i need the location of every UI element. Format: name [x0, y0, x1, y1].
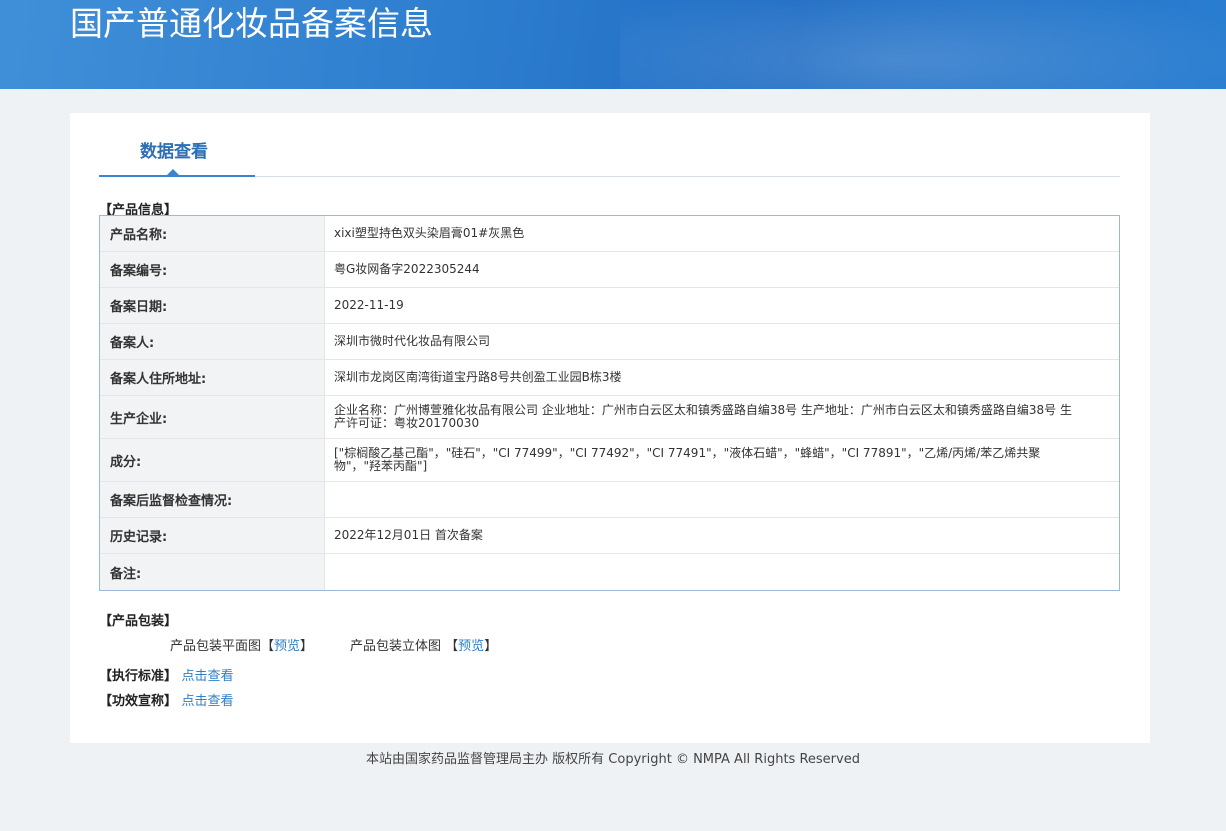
content-card: 数据查看 【产品信息】 产品名称: xixi塑型持色双头染眉膏01#灰黑色 备案…: [70, 113, 1150, 743]
tab-active-underline: [99, 175, 255, 177]
row-label: 备案日期:: [100, 288, 325, 323]
claims-heading: 【功效宣称】: [99, 694, 178, 709]
standard-row: 【执行标准】 点击查看: [99, 665, 234, 684]
packaging-flat-item: 产品包装平面图【预览】: [170, 635, 313, 654]
table-row: 备案人住所地址: 深圳市龙岗区南湾街道宝丹路8号共创盈工业园B栋3楼: [100, 360, 1119, 396]
table-row: 备案编号: 粤G妆网备字2022305244: [100, 252, 1119, 288]
bracket-open: 【: [445, 639, 459, 654]
row-value: 2022年12月01日 首次备案: [334, 528, 483, 542]
page-footer: 本站由国家药品监督管理局主办 版权所有 Copyright © NMPA All…: [366, 752, 860, 767]
table-row: 生产企业: 企业名称：广州博萱雅化妆品有限公司 企业地址：广州市白云区太和镇秀盛…: [100, 396, 1119, 439]
tab-active-arrow-icon: [167, 169, 179, 175]
row-value: 企业名称：广州博萱雅化妆品有限公司 企业地址：广州市白云区太和镇秀盛路自编38号…: [334, 403, 1072, 430]
table-row: 历史记录: 2022年12月01日 首次备案: [100, 518, 1119, 554]
claims-row: 【功效宣称】 点击查看: [99, 690, 234, 709]
row-label: 备注:: [100, 554, 325, 590]
packaging-solid-preview-link[interactable]: 预览: [458, 639, 484, 654]
table-row: 备案日期: 2022-11-19: [100, 288, 1119, 324]
tab-data-view[interactable]: 数据查看: [99, 113, 255, 177]
packaging-flat-label: 产品包装平面图: [170, 639, 262, 654]
row-value: 2022-11-19: [334, 298, 404, 312]
packaging-solid-label: 产品包装立体图: [350, 639, 442, 654]
packaging-flat-preview-link[interactable]: 预览: [274, 639, 300, 654]
row-label: 生产企业:: [100, 396, 325, 438]
row-value: [325, 554, 1119, 590]
row-label: 备案人:: [100, 324, 325, 359]
bracket-close: 】: [484, 639, 498, 654]
row-value: ["棕榈酸乙基己酯"，"硅石"，"CI 77499"，"CI 77492"，"C…: [334, 446, 1041, 473]
row-value: 粤G妆网备字2022305244: [334, 262, 480, 276]
row-label: 备案编号:: [100, 252, 325, 287]
row-label: 历史记录:: [100, 518, 325, 553]
row-label: 成分:: [100, 439, 325, 481]
row-value: [325, 482, 1119, 517]
page-title: 国产普通化妆品备案信息: [70, 4, 433, 43]
table-row: 产品名称: xixi塑型持色双头染眉膏01#灰黑色: [100, 216, 1119, 252]
product-info-table: 产品名称: xixi塑型持色双头染眉膏01#灰黑色 备案编号: 粤G妆网备字20…: [99, 215, 1120, 591]
table-row: 备注:: [100, 554, 1119, 590]
row-label: 备案人住所地址:: [100, 360, 325, 395]
claims-view-link[interactable]: 点击查看: [182, 694, 234, 709]
tab-data-view-label: 数据查看: [140, 142, 208, 162]
bracket-open: 【: [261, 639, 275, 654]
table-row: 备案人: 深圳市微时代化妆品有限公司: [100, 324, 1119, 360]
standard-view-link[interactable]: 点击查看: [182, 669, 234, 684]
packaging-heading: 【产品包装】: [99, 614, 178, 629]
table-row: 备案后监督检查情况:: [100, 482, 1119, 518]
row-label: 产品名称:: [100, 216, 325, 251]
row-value: 深圳市微时代化妆品有限公司: [334, 334, 491, 348]
page-header: 国产普通化妆品备案信息: [0, 0, 1226, 89]
table-row: 成分: ["棕榈酸乙基己酯"，"硅石"，"CI 77499"，"CI 77492…: [100, 439, 1119, 482]
tab-bar: 数据查看: [99, 113, 1120, 177]
bracket-close: 】: [300, 639, 314, 654]
packaging-solid-item: 产品包装立体图 【预览】: [350, 635, 497, 654]
row-value: 深圳市龙岗区南湾街道宝丹路8号共创盈工业园B栋3楼: [334, 370, 622, 384]
row-value: xixi塑型持色双头染眉膏01#灰黑色: [334, 226, 525, 240]
standard-heading: 【执行标准】: [99, 669, 178, 684]
row-label: 备案后监督检查情况:: [100, 482, 325, 517]
